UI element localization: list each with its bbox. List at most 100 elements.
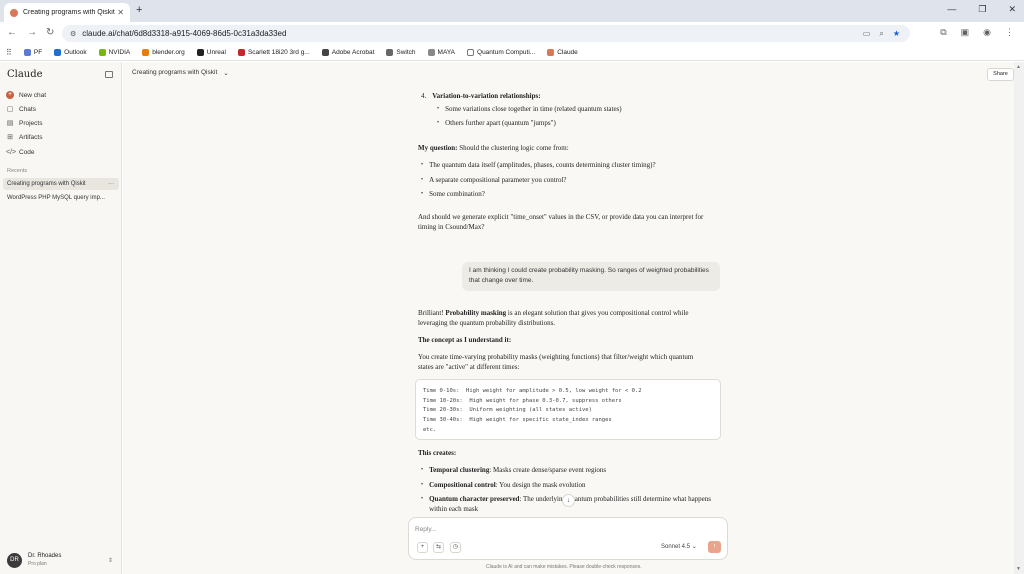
code-line: Time 30-40s: High weight for specific st… <box>423 417 612 424</box>
chat-title-menu[interactable]: Creating programs with Qiskit ⌄ <box>132 69 229 77</box>
bullet-icon: • <box>437 106 440 112</box>
zoom-icon[interactable]: ⌕ <box>879 29 883 39</box>
new-tab-icon[interactable]: + <box>136 4 142 16</box>
question-label: My question: <box>418 144 458 152</box>
apps-grid-icon[interactable]: ⠿ <box>6 48 12 57</box>
item-title: Variation-to-variation relationships: <box>432 92 541 100</box>
list-item: • The quantum data itself (amplitudes, p… <box>421 160 656 170</box>
bullet-icon: • <box>421 482 424 488</box>
disclaimer-text: Claude is AI and can make mistakes. Plea… <box>486 564 642 570</box>
question-paragraph: My question: Should the clustering logic… <box>418 143 718 153</box>
list-item-text: Others further apart (quantum "jumps") <box>445 119 556 127</box>
menu-icon[interactable]: ⋮ <box>1005 27 1014 38</box>
bookmark-item[interactable]: MAYA <box>427 48 456 56</box>
back-icon[interactable]: ← <box>7 27 17 38</box>
sidebar-toggle-icon[interactable] <box>105 71 113 78</box>
model-selector[interactable]: Sonnet 4.5 ⌄ <box>661 543 697 550</box>
reply-input[interactable] <box>415 523 715 535</box>
creates-heading: This creates: <box>418 449 457 457</box>
bookmark-icon <box>386 48 394 56</box>
recent-chat-item[interactable]: WordPress PHP MySQL query imp... <box>3 192 119 204</box>
sidebar-item-artifacts[interactable]: ⊞ Artifacts <box>6 131 116 143</box>
sidebar-item-chats[interactable]: ▢ Chats <box>6 103 116 115</box>
bookmark-item[interactable]: NVIDIA <box>98 48 130 56</box>
bookmark-label: Unreal <box>206 48 226 56</box>
split-view-icon[interactable]: ▣ <box>961 27 970 38</box>
bookmark-star-icon[interactable]: ★ <box>893 29 900 39</box>
bookmark-item[interactable]: PF <box>23 48 43 56</box>
restore-icon[interactable]: ❐ <box>978 4 986 15</box>
sidebar-item-label: Projects <box>19 119 43 127</box>
bullet-icon: • <box>421 177 424 183</box>
scroll-down-icon[interactable]: ▼ <box>1016 566 1021 572</box>
bookmark-label: PF <box>33 48 43 56</box>
chevron-down-icon: ⌄ <box>223 70 229 77</box>
install-app-icon[interactable]: ▭ <box>863 29 871 39</box>
reply-intro-bold: Probability masking <box>445 309 507 317</box>
url-input[interactable]: ⚙ claude.ai/chat/6d8d3318-a915-4069-86d5… <box>62 25 910 42</box>
bookmark-item[interactable]: Claude <box>547 48 578 56</box>
chevron-down-icon: ⌄ <box>691 544 697 550</box>
list-item-text: Some combination? <box>429 190 485 198</box>
forward-icon[interactable]: → <box>27 27 37 38</box>
scrollbar[interactable]: ▲ ▼ <box>1014 62 1024 574</box>
close-tab-icon[interactable]: ✕ <box>117 8 124 17</box>
sidebar-item-new-chat[interactable]: + New chat <box>6 89 116 101</box>
tools-button[interactable]: ⇆ <box>433 542 444 553</box>
user-plan: Pro plan <box>28 561 47 567</box>
chat-icon: ▢ <box>6 106 14 113</box>
bookmark-item[interactable]: Quantum Computi... <box>467 48 536 56</box>
claude-favicon-icon <box>10 8 18 17</box>
chevron-updown-icon: ⇕ <box>107 557 113 564</box>
scroll-up-icon[interactable]: ▲ <box>1016 64 1021 70</box>
history-button[interactable]: ◷ <box>450 542 461 553</box>
bookmark-icon <box>321 48 329 56</box>
bookmark-label: MAYA <box>437 48 456 56</box>
bookmark-item[interactable]: Unreal <box>196 48 226 56</box>
list-item: • Others further apart (quantum "jumps") <box>437 118 556 128</box>
address-bar-row: ← → ↻ ⚙ claude.ai/chat/6d8d3318-a915-406… <box>0 22 1024 44</box>
concept-heading: The concept as I understand it: <box>418 336 512 344</box>
bullet-icon: • <box>421 496 424 502</box>
more-options-icon[interactable]: ··· <box>108 181 114 187</box>
share-button[interactable]: Share <box>987 68 1014 81</box>
bookmark-label: Quantum Computi... <box>477 48 536 56</box>
site-info-icon[interactable]: ⚙ <box>70 30 76 38</box>
send-button[interactable]: ↑ <box>708 541 721 553</box>
sidebar-item-code[interactable]: </> Code <box>6 146 116 158</box>
bookmark-item[interactable]: blender.org <box>142 48 185 56</box>
browser-toolbar-icons: ⧉ ▣ ◉ ⋮ <box>940 27 1014 38</box>
add-attachment-button[interactable]: + <box>417 542 428 553</box>
list-item-label: Quantum character preserved <box>429 495 520 503</box>
bullet-icon: • <box>421 162 424 168</box>
recent-chat-item[interactable]: Creating programs with Qiskit ··· <box>3 178 119 190</box>
profile-icon[interactable]: ◉ <box>983 27 991 38</box>
bookmark-icon <box>547 48 555 56</box>
bookmark-item[interactable]: Scarlett 18i20 3rd g... <box>237 48 310 56</box>
code-line: Time 20-30s: Uniform weighting (all stat… <box>423 407 592 414</box>
close-window-icon[interactable]: ✕ <box>1008 4 1016 15</box>
sidebar-item-projects[interactable]: ▤ Projects <box>6 117 116 129</box>
brand-logo[interactable]: Claude <box>7 69 43 80</box>
avatar: DR <box>7 552 22 568</box>
minimize-icon[interactable]: — <box>947 4 956 15</box>
reply-intro-text: Brilliant! <box>418 309 446 317</box>
bookmark-item[interactable]: Outlook <box>54 48 87 56</box>
user-menu[interactable]: DR Dr. Rhoades Pro plan ⇕ <box>0 546 122 574</box>
bookmark-item[interactable]: Adobe Acrobat <box>321 48 375 56</box>
bookmark-icon <box>23 48 31 56</box>
scroll-to-bottom-button[interactable]: ↓ <box>562 494 575 507</box>
bookmark-icon <box>142 48 150 56</box>
extensions-icon[interactable]: ⧉ <box>940 27 946 38</box>
bookmark-icon <box>54 48 62 56</box>
bookmark-label: Adobe Acrobat <box>331 48 375 56</box>
bookmark-label: Switch <box>396 48 416 56</box>
bullet-icon: • <box>421 191 424 197</box>
browser-tab[interactable]: Creating programs with Qiskit ✕ <box>4 3 130 22</box>
sidebar-item-label: Code <box>19 148 35 156</box>
model-name: Sonnet 4.5 <box>661 544 691 550</box>
code-block: Time 0-10s: High weight for amplitude > … <box>415 379 721 440</box>
list-item: • Some variations close together in time… <box>437 104 622 114</box>
reload-icon[interactable]: ↻ <box>46 27 54 38</box>
bookmark-item[interactable]: Switch <box>386 48 416 56</box>
